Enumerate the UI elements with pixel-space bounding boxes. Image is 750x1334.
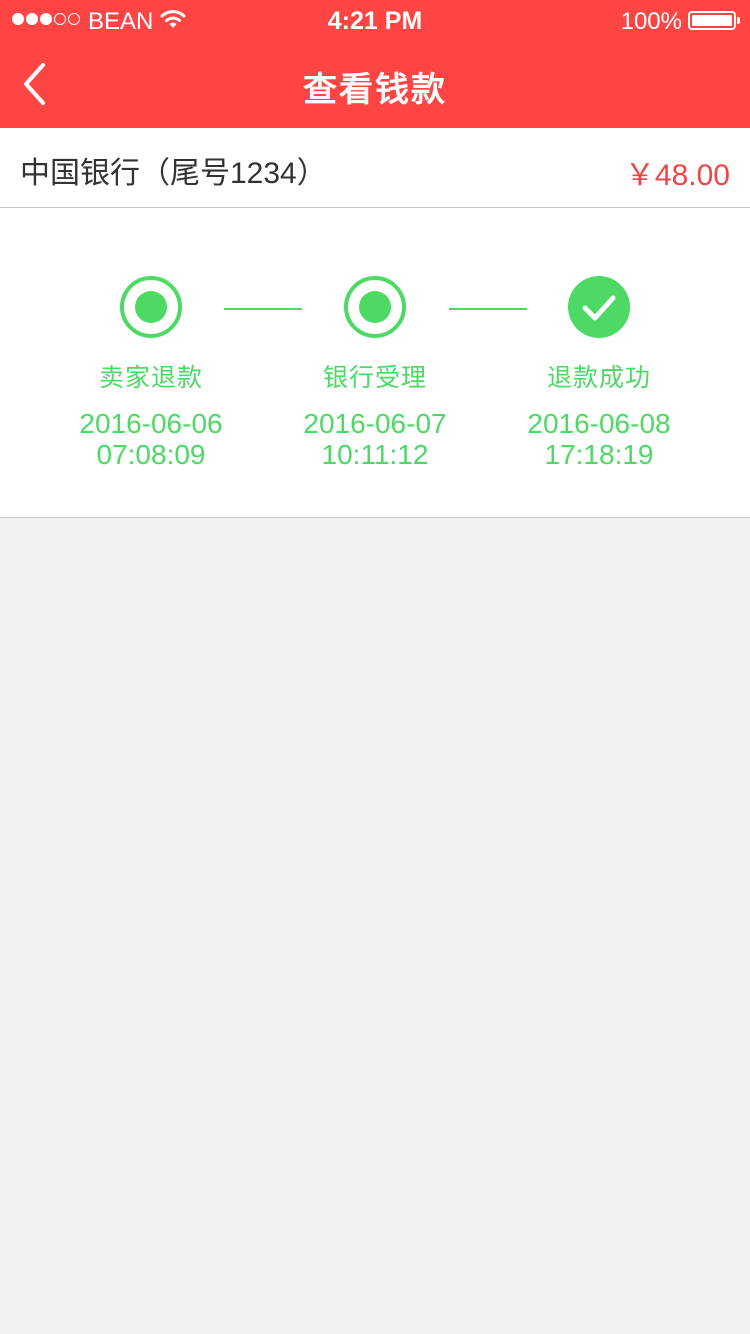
battery-icon [688,11,740,30]
refund-progress: 卖家退款 2016-06-06 07:08:09 银行受理 2016-06-07… [0,208,750,518]
step-date: 2016-06-07 [303,408,447,439]
step-time: 17:18:19 [544,439,654,470]
radio-dot-icon [344,276,406,338]
progress-step-bank-accepted: 银行受理 2016-06-07 10:11:12 [263,276,487,470]
status-bar: BEAN 4:21 PM 100% [0,0,750,40]
refund-amount: ￥48.00 [624,159,730,192]
page-title: 查看钱款 [303,71,447,109]
battery-percent: 100% [620,8,682,35]
check-circle-icon [568,276,630,338]
progress-step-seller-refund: 卖家退款 2016-06-06 07:08:09 [39,276,263,470]
step-date: 2016-06-06 [79,408,223,439]
step-label: 退款成功 [546,364,651,392]
step-date: 2016-06-08 [527,408,671,439]
refund-account-row: 中国银行（尾号1234） ￥48.00 [0,128,750,208]
app-header: BEAN 4:21 PM 100% 查看钱款 [0,0,750,128]
step-time: 10:11:12 [321,439,429,470]
step-label: 银行受理 [322,364,427,392]
step-time: 07:08:09 [96,439,206,470]
step-label: 卖家退款 [98,364,203,392]
bank-account-label: 中国银行（尾号1234） [20,157,327,190]
radio-dot-icon [120,276,182,338]
progress-step-refund-success: 退款成功 2016-06-08 17:18:19 [487,276,711,470]
